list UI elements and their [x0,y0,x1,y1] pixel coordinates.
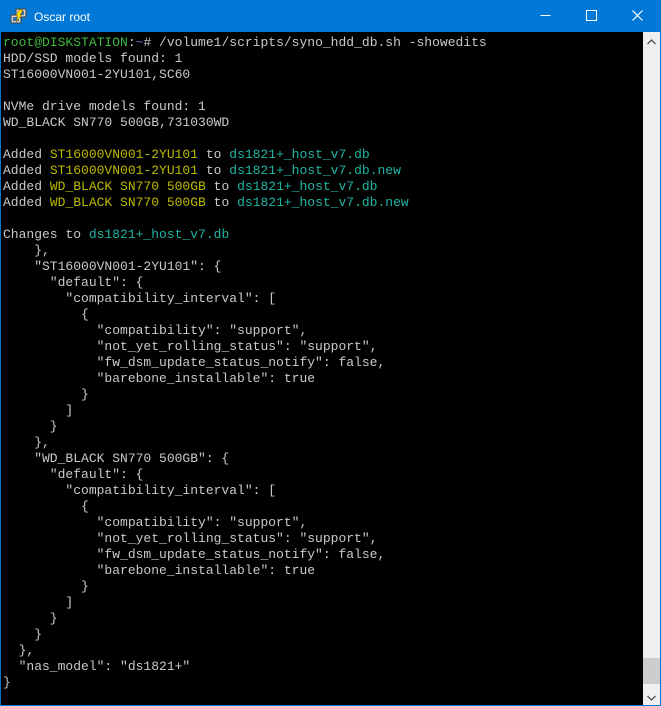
terminal-line: } [3,675,643,691]
scroll-up-button[interactable] [643,32,660,49]
terminal-line: "barebone_installable": true [3,371,643,387]
scrollbar-track[interactable] [643,49,660,688]
chevron-down-icon [647,688,656,706]
terminal-line: ] [3,403,643,419]
terminal-line: HDD/SSD models found: 1 [3,51,643,67]
terminal-line: "compatibility_interval": [ [3,291,643,307]
terminal-line [3,131,643,147]
terminal-line: } [3,611,643,627]
close-button[interactable] [614,1,660,32]
terminal-line: root@DISKSTATION:~# /volume1/scripts/syn… [3,35,643,51]
terminal-line: ST16000VN001-2YU101,SC60 [3,67,643,83]
terminal-line: "fw_dsm_update_status_notify": false, [3,355,643,371]
terminal-line: } [3,579,643,595]
terminal-line: "not_yet_rolling_status": "support", [3,339,643,355]
terminal-line: "compatibility": "support", [3,515,643,531]
terminal-line: }, [3,643,643,659]
maximize-button[interactable] [568,1,614,32]
terminal-line: "WD_BLACK SN770 500GB": { [3,451,643,467]
putty-window: Oscar root root@DISKSTATION:~# /volume1/… [0,0,661,706]
terminal-line: } [3,419,643,435]
terminal-line [3,83,643,99]
terminal-line: Changes to ds1821+_host_v7.db [3,227,643,243]
terminal-line: ] [3,595,643,611]
terminal-line: } [3,387,643,403]
terminal-line: "barebone_installable": true [3,563,643,579]
window-body: root@DISKSTATION:~# /volume1/scripts/syn… [1,32,660,705]
title-bar[interactable]: Oscar root [1,1,660,32]
terminal-line: "default": { [3,275,643,291]
terminal-line: }, [3,243,643,259]
terminal-line: Added ST16000VN001-2YU101 to ds1821+_hos… [3,147,643,163]
terminal-line: "ST16000VN001-2YU101": { [3,259,643,275]
terminal-line: "nas_model": "ds1821+" [3,659,643,675]
terminal-line [3,211,643,227]
scroll-down-button[interactable] [643,688,660,705]
terminal-line: { [3,499,643,515]
terminal-line: Added WD_BLACK SN770 500GB to ds1821+_ho… [3,195,643,211]
terminal-line: "not_yet_rolling_status": "support", [3,531,643,547]
window-controls [522,1,660,32]
terminal-line: Added WD_BLACK SN770 500GB to ds1821+_ho… [3,179,643,195]
chevron-up-icon [647,32,656,50]
maximize-icon [586,8,597,26]
minimize-icon [540,8,551,26]
terminal-line: } [3,627,643,643]
terminal-line: "default": { [3,467,643,483]
terminal-line: "compatibility_interval": [ [3,483,643,499]
close-icon [632,8,643,26]
terminal-line: NVMe drive models found: 1 [3,99,643,115]
terminal-line: "compatibility": "support", [3,323,643,339]
terminal-line: "fw_dsm_update_status_notify": false, [3,547,643,563]
terminal-line: WD_BLACK SN770 500GB,731030WD [3,115,643,131]
putty-icon[interactable] [9,8,27,26]
minimize-button[interactable] [522,1,568,32]
scrollbar[interactable] [643,32,660,705]
scrollbar-thumb[interactable] [643,658,660,684]
terminal-output[interactable]: root@DISKSTATION:~# /volume1/scripts/syn… [1,32,643,705]
window-title: Oscar root [34,10,90,24]
terminal-line: { [3,307,643,323]
terminal-line: }, [3,435,643,451]
terminal-line: Added ST16000VN001-2YU101 to ds1821+_hos… [3,163,643,179]
